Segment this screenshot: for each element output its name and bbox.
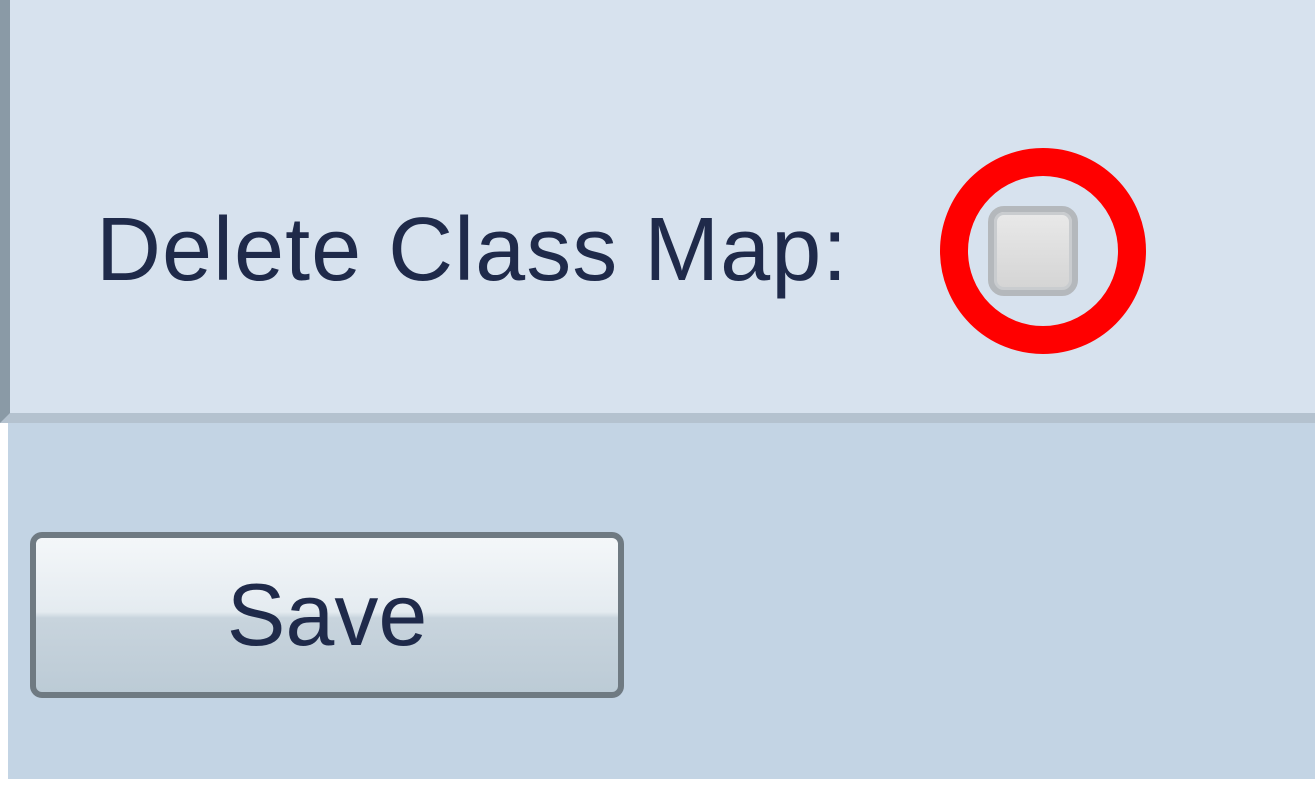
delete-class-map-label: Delete Class Map: <box>96 200 849 300</box>
footer-divider <box>8 779 1315 785</box>
delete-class-map-checkbox[interactable] <box>988 206 1078 296</box>
save-button[interactable]: Save <box>30 532 624 698</box>
form-panel: Delete Class Map: <box>0 0 1315 423</box>
